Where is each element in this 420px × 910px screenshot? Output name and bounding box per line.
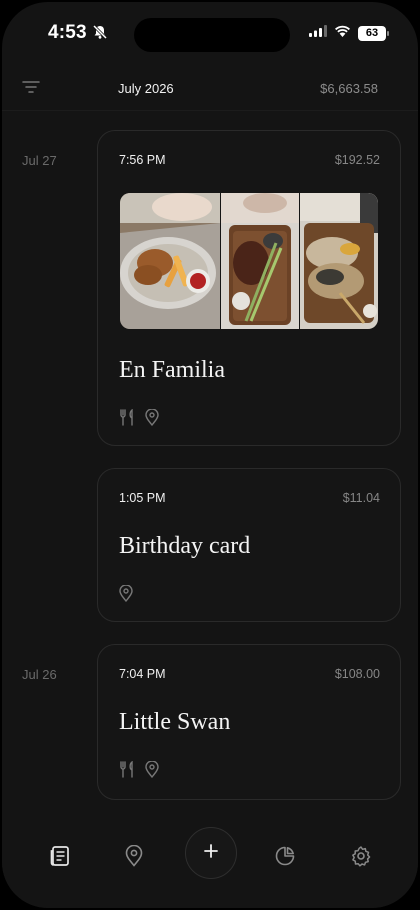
location-pin-icon [145,760,159,783]
entry-tags [119,408,159,431]
entry-title: En Familia [119,357,225,383]
food-photo[interactable] [300,193,378,329]
bottom-nav [2,822,418,908]
entry-time: 7:56 PM [119,153,166,167]
entry-card[interactable]: 7:04 PM $108.00 Little Swan [97,644,401,800]
wifi-icon [334,24,351,42]
entry-tags [119,584,133,607]
bell-muted-icon [92,24,108,45]
signal-icon [309,24,327,42]
entry-card[interactable]: 7:56 PM $192.52 En Familia [97,130,401,446]
entry-card[interactable]: 1:05 PM $11.04 Birthday card [97,468,401,622]
phone-frame: 4:53 63 July 2026 $6,663.58 Jul 27 Jul 2… [0,0,420,910]
status-time: 4:53 [48,22,87,43]
header-divider [2,110,418,111]
entry-amount: $192.52 [334,153,380,167]
add-entry-button[interactable] [185,827,237,879]
app-screen: 4:53 63 July 2026 $6,663.58 Jul 27 Jul 2… [2,2,418,908]
fork-knife-icon [119,760,135,783]
month-total: $6,663.58 [320,81,378,96]
date-label: Jul 26 [22,667,57,682]
location-pin-icon[interactable] [118,840,150,872]
location-pin-icon [145,408,159,431]
battery-indicator: 63 [358,25,389,41]
plus-icon [203,843,219,864]
filter-icon[interactable] [22,80,40,99]
entry-time: 7:04 PM [119,667,166,681]
entry-amount: $11.04 [342,491,380,505]
entry-title: Birthday card [119,533,251,559]
entry-amount: $108.00 [334,667,380,681]
fork-knife-icon [119,408,135,431]
journal-icon[interactable] [44,840,76,872]
date-label: Jul 27 [22,153,57,168]
entry-title: Little Swan [119,709,231,735]
food-photo[interactable] [221,193,299,329]
month-title[interactable]: July 2026 [118,81,174,96]
dynamic-island [134,18,290,52]
entry-time: 1:05 PM [119,491,166,505]
food-photo[interactable] [120,193,220,329]
gear-icon[interactable] [345,840,377,872]
entry-tags [119,760,159,783]
status-right: 63 [309,24,389,42]
photo-strip[interactable] [120,193,378,329]
location-pin-icon [119,584,133,607]
pie-chart-icon[interactable] [269,840,301,872]
